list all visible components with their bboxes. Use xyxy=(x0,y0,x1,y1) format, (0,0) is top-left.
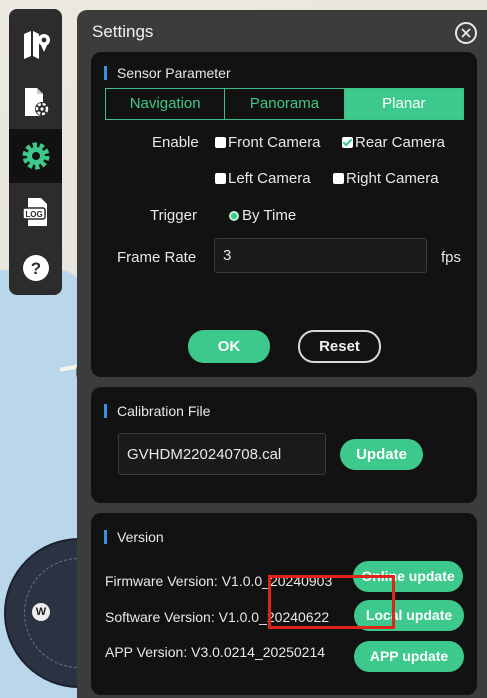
right-camera-checkbox[interactable]: Right Camera xyxy=(333,170,439,187)
sensor-parameter-card: Sensor Parameter Navigation Panorama Pla… xyxy=(91,52,477,377)
close-button[interactable] xyxy=(455,22,477,44)
settings-tool-button[interactable] xyxy=(9,129,62,183)
app-version-text: APP Version: V3.0.0214_20250214 xyxy=(105,644,326,660)
compass-west-label: W xyxy=(32,603,50,621)
settings-title: Settings xyxy=(92,22,154,41)
right-camera-label: Right Camera xyxy=(346,170,439,187)
calibration-file-input[interactable]: GVHDM220240708.cal xyxy=(118,433,326,475)
left-camera-label: Left Camera xyxy=(228,170,311,187)
gear-icon xyxy=(22,142,49,170)
frame-rate-label: Frame Rate xyxy=(117,249,197,266)
sensor-parameter-title: Sensor Parameter xyxy=(104,66,231,80)
document-settings-button[interactable] xyxy=(9,75,62,129)
radio-dot xyxy=(229,210,239,221)
fps-unit-label: fps xyxy=(441,249,462,266)
log-tool-button[interactable]: LOG xyxy=(9,185,62,239)
ok-button[interactable]: OK xyxy=(188,330,270,363)
help-icon: ? xyxy=(22,255,49,281)
calibration-update-button[interactable]: Update xyxy=(340,439,423,470)
calibration-file-card: Calibration File GVHDM220240708.cal Upda… xyxy=(91,387,477,503)
version-title: Version xyxy=(104,530,164,544)
left-camera-checkbox[interactable]: Left Camera xyxy=(215,170,311,187)
tab-navigation[interactable]: Navigation xyxy=(106,89,226,119)
tab-panorama[interactable]: Panorama xyxy=(225,89,345,119)
map-icon xyxy=(23,31,50,59)
by-time-label: By Time xyxy=(242,207,297,224)
app-update-button[interactable]: APP update xyxy=(354,641,464,672)
map-tool-button[interactable] xyxy=(9,17,62,71)
checkbox-box-checked xyxy=(342,137,353,148)
svg-text:LOG: LOG xyxy=(25,210,42,219)
front-camera-label: Front Camera xyxy=(228,134,321,151)
rear-camera-label: Rear Camera xyxy=(355,134,446,151)
tab-planar[interactable]: Planar xyxy=(344,89,463,119)
help-tool-button[interactable]: ? xyxy=(9,241,62,295)
front-camera-checkbox[interactable]: Front Camera xyxy=(215,134,321,151)
checkbox-box xyxy=(215,137,226,148)
calibration-file-title: Calibration File xyxy=(104,404,210,418)
by-time-radio[interactable]: By Time xyxy=(229,207,296,224)
close-icon xyxy=(461,28,471,38)
checkbox-box xyxy=(333,173,344,184)
sensor-mode-tabs: Navigation Panorama Planar xyxy=(105,88,464,120)
reset-button[interactable]: Reset xyxy=(298,330,381,363)
checkbox-box xyxy=(215,173,226,184)
highlight-box xyxy=(268,575,395,629)
frame-rate-input[interactable]: 3 xyxy=(214,238,427,273)
document-settings-icon xyxy=(24,88,49,116)
enable-label: Enable xyxy=(152,134,199,151)
left-toolbar: LOG ? xyxy=(9,9,62,295)
log-icon: LOG xyxy=(21,198,47,226)
trigger-label: Trigger xyxy=(150,207,197,224)
svg-text:?: ? xyxy=(30,259,40,278)
rear-camera-checkbox[interactable]: Rear Camera xyxy=(342,134,445,151)
